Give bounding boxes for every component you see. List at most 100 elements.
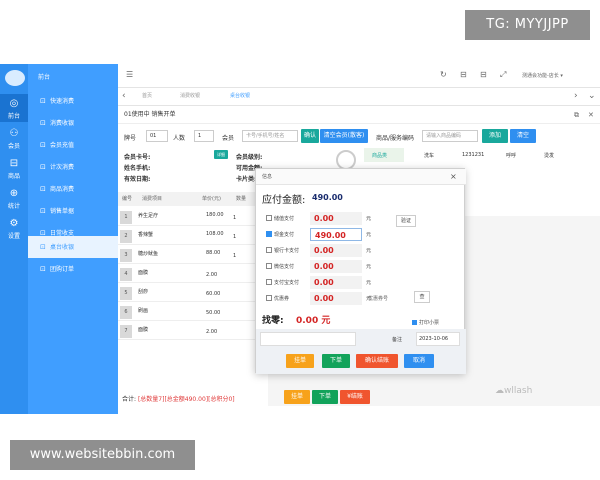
rail-item-front[interactable]: ◎ 前台	[0, 94, 28, 122]
dialog-actions: 挂单 下单 确认结账 取消	[256, 349, 466, 374]
date-field[interactable]: 2023-10-06	[416, 332, 460, 346]
sidebar-item-label: 桌台收银	[50, 244, 75, 251]
category-tab-goods[interactable]: 商品类	[372, 152, 387, 159]
row-item: 香辣蟹	[138, 232, 154, 238]
category-tab-custom[interactable]: 1231231	[462, 152, 484, 158]
row-no: 4	[120, 268, 132, 281]
copy-icon[interactable]: ⧉	[574, 106, 579, 124]
menu-icon[interactable]: ☰	[126, 70, 133, 79]
tab-home[interactable]: 首页	[142, 92, 152, 99]
rail-item-settings[interactable]: ⚙ 设置	[0, 214, 28, 242]
wechat-amount[interactable]: 0.00	[310, 260, 362, 273]
category-tab-perm[interactable]: 烫发	[544, 152, 554, 159]
coupon-lookup-button[interactable]: 查	[414, 291, 430, 303]
alipay-checkbox[interactable]	[266, 279, 272, 285]
tab-bar: ‹ 首页 消费收银 桌台收银 › ⌄	[118, 88, 600, 106]
rail-item-product[interactable]: ⊟ 商品	[0, 154, 28, 182]
menu-item-icon: ⊡	[40, 243, 46, 251]
product-icon: ⊟	[9, 158, 19, 169]
place-order-button[interactable]: 下单	[312, 390, 338, 404]
watermark-logo: ☁wllash	[495, 386, 533, 396]
stored-value-checkbox[interactable]	[266, 215, 272, 221]
bank-card-checkbox[interactable]	[266, 247, 272, 253]
member-level-label: 会员级别:	[236, 154, 263, 161]
sidebar-item-count[interactable]: ⊡ 计次消费	[28, 156, 118, 178]
sidebar-item-cashier[interactable]: ⊡ 消费收银	[28, 112, 118, 134]
member-search-input[interactable]: 卡号/手机号/姓名	[242, 130, 298, 142]
note-input[interactable]	[260, 332, 356, 346]
coupon-amount[interactable]: 0.00	[310, 292, 362, 305]
confirm-checkout-button[interactable]: 确认结账	[356, 354, 398, 368]
row-no: 3	[120, 249, 132, 262]
hold-order-button[interactable]: 挂单	[284, 390, 310, 404]
member-detail-button[interactable]: 详细	[214, 150, 228, 159]
payment-row-alipay: 支付宝支付 0.00 元	[262, 275, 462, 291]
add-product-button[interactable]: 添加	[482, 129, 508, 143]
stored-value-amount[interactable]: 0.00	[310, 212, 362, 225]
category-tab-carwash[interactable]: 洗车	[424, 152, 434, 159]
print-label: 打印小票	[419, 320, 440, 326]
print-checkbox[interactable]	[412, 320, 417, 325]
table-no-field[interactable]: 01	[146, 130, 168, 142]
table-row[interactable]: 1 养生足疗 180.00 1	[118, 208, 268, 226]
rail-item-stats[interactable]: ⊕ 统计	[0, 184, 28, 212]
row-no: 1	[120, 211, 132, 224]
close-icon[interactable]: ✕	[588, 106, 594, 124]
change-label: 找零:	[262, 316, 284, 326]
chevron-down-icon[interactable]: ⌄	[588, 91, 596, 101]
chevron-right-icon[interactable]: ›	[574, 91, 578, 101]
row-qty: 1	[233, 215, 237, 221]
table-row[interactable]: 4 面膜 2.00	[118, 265, 268, 283]
table-row[interactable]: 3 糖炒鱿鱼 88.00 1	[118, 246, 268, 264]
people-field[interactable]: 1	[194, 130, 214, 142]
cash-amount-input[interactable]: 490.00	[310, 228, 362, 241]
payment-row-wechat: 微信支付 0.00 元	[262, 259, 462, 275]
items-table-header: 编号 消费项目 单价(元) 数量	[118, 192, 268, 206]
product-code-input[interactable]: 请输入商品编码	[422, 130, 478, 142]
print-receipt-toggle[interactable]: 打印小票	[412, 319, 439, 326]
dialog-order-button[interactable]: 下单	[322, 354, 350, 368]
confirm-member-button[interactable]: 确认	[301, 129, 319, 143]
wechat-checkbox[interactable]	[266, 263, 272, 269]
col-qty: 数量	[236, 196, 247, 202]
member-icon: ⚇	[9, 128, 19, 139]
clear-member-button[interactable]: 清空会员(散客)	[320, 129, 368, 143]
app-logo	[5, 70, 25, 86]
sidebar-item-table-cashier[interactable]: ⊡ 桌台收银	[28, 236, 118, 258]
close-icon[interactable]: ×	[450, 169, 457, 185]
rail-item-member[interactable]: ⚇ 会员	[0, 124, 28, 152]
user-menu[interactable]: 测通会功能-店长 ▾	[522, 72, 563, 79]
verify-button[interactable]: 验证	[396, 215, 416, 227]
table-row[interactable]: 6 刷画 50.00	[118, 303, 268, 321]
sidebar-item-recharge[interactable]: ⊡ 会员充值	[28, 134, 118, 156]
checkout-button[interactable]: ¥结账	[340, 390, 370, 404]
amount-due-label: 应付金额:	[262, 195, 306, 206]
sidebar-item-receipts[interactable]: ⊡ 销售单据	[28, 200, 118, 222]
chevron-left-icon[interactable]: ‹	[122, 91, 126, 101]
sidebar-item-goods[interactable]: ⊡ 商品消费	[28, 178, 118, 200]
coupon-checkbox[interactable]	[266, 295, 272, 301]
bank-card-amount[interactable]: 0.00	[310, 244, 362, 257]
cancel-button[interactable]: 取消	[404, 354, 434, 368]
row-price: 88.00	[206, 250, 221, 256]
payment-label: 优惠券	[274, 296, 290, 302]
sidebar-item-label: 计次消费	[50, 164, 75, 171]
sidebar-item-group[interactable]: ⊡ 团购订单	[28, 258, 118, 280]
cash-checkbox[interactable]	[266, 231, 272, 237]
row-item: 面膜	[138, 327, 149, 333]
sidebar-item-quick[interactable]: ⊡ 快速消费	[28, 90, 118, 112]
table-row[interactable]: 5 刮痧 60.00	[118, 284, 268, 302]
fullscreen-icon[interactable]: ⤢	[500, 70, 506, 80]
category-tab-huhu[interactable]: 呼呼	[506, 152, 516, 159]
table-row[interactable]: 7 面膜 2.00	[118, 322, 268, 340]
tab-table-cashier[interactable]: 桌台收银	[230, 92, 250, 99]
table-row[interactable]: 2 香辣蟹 108.00 1	[118, 227, 268, 245]
lock-icon[interactable]: ⊟	[460, 70, 467, 79]
tab-cashier[interactable]: 消费收银	[180, 92, 200, 99]
bell-icon[interactable]: ⊟	[480, 70, 487, 79]
dialog-hold-button[interactable]: 挂单	[286, 354, 314, 368]
alipay-amount[interactable]: 0.00	[310, 276, 362, 289]
refresh-icon[interactable]: ↻	[440, 70, 447, 79]
clear-product-button[interactable]: 清空	[510, 129, 536, 143]
rail-label: 设置	[7, 233, 20, 240]
